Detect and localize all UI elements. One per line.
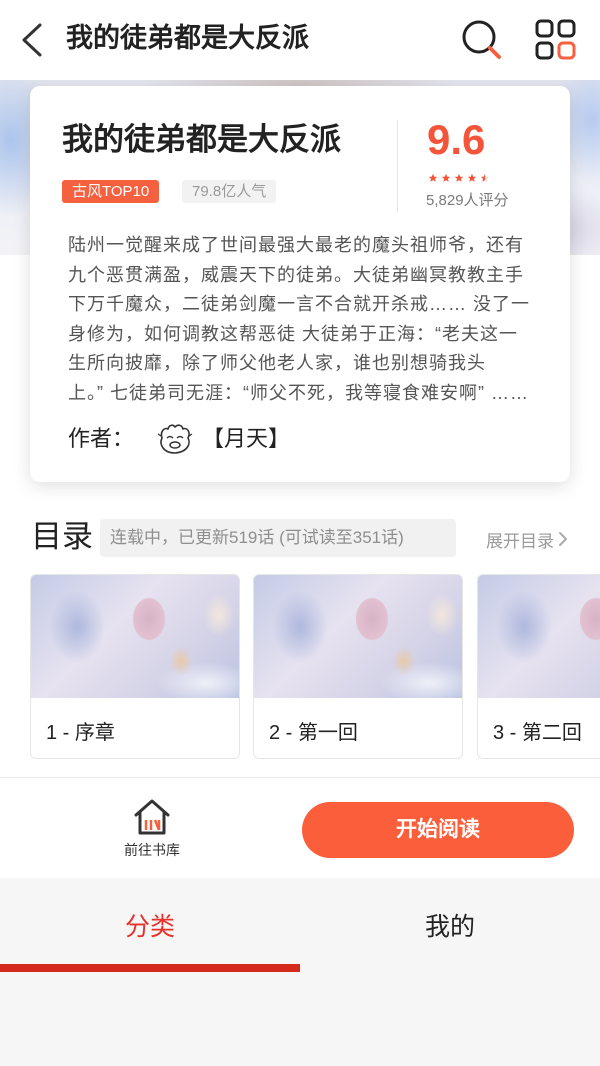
book-title: 我的徒弟都是大反派 (62, 122, 341, 157)
chevron-left-icon[interactable] (18, 20, 46, 60)
rating-star (467, 173, 477, 182)
rating-star (441, 173, 451, 182)
description-line: 九个恶贯满盈，威震天下的徒弟。大徒弟幽冥教教主手 (68, 264, 524, 285)
rating-star (454, 173, 464, 182)
book-description: 陆州一觉醒来成了世间最强大最老的魔头祖师爷，还有 九个恶贯满盈，威震天下的徒弟。… (68, 231, 530, 408)
popularity-tag: 79.8亿人气 (182, 180, 277, 203)
chapter-label: 3 - 第二回 (493, 722, 582, 744)
go-to-library-button[interactable]: 前往书库 (107, 795, 197, 865)
description-line: 下万千魔众，二徒弟剑魔一言不合就开杀戒…… 没了一 (68, 294, 530, 314)
expand-catalog-label: 展开目录 (486, 531, 554, 551)
chapter-cover-image (31, 575, 239, 698)
chapter-cover-image (254, 575, 462, 698)
author-avatar (157, 424, 193, 454)
score-value: 9.6 (427, 116, 486, 163)
description-line: 生所向披靡，除了师父他老人家，谁也别想骑我头 (68, 353, 486, 373)
author-name[interactable]: 【月天】 (202, 423, 290, 455)
rating-count: 5,829人评分 (426, 192, 509, 209)
top-bar: 我的徒弟都是大反派 (0, 0, 600, 80)
description-line: 身修为，如何调教这帮恶徒 大徒弟于正海：“老夫这一 (68, 323, 518, 344)
chapter-card[interactable]: 3 - 第二回 (477, 574, 600, 759)
chapter-cover-image (478, 575, 600, 698)
library-label: 前往书库 (124, 842, 180, 858)
tab-mine[interactable]: 我的 (300, 905, 600, 949)
update-status: 连载中，已更新519话 (可试读至351话) (100, 519, 456, 557)
description-line: 上。” 七徒弟司无涯：“师父不死，我等寝食难安啊” …… (68, 382, 529, 403)
chapter-label: 2 - 第一回 (269, 722, 358, 744)
author-label: 作者： (68, 426, 135, 451)
divider (0, 777, 600, 778)
start-reading-button[interactable]: 开始阅读 (302, 802, 574, 858)
genre-rank-tag: 古风TOP10 (62, 180, 160, 203)
rating-stars (428, 173, 490, 183)
chapter-card[interactable]: 1 - 序章 (30, 574, 240, 759)
chapter-card[interactable]: 2 - 第一回 (253, 574, 463, 759)
house-icon (134, 799, 170, 835)
tab-category[interactable]: 分类 (0, 905, 300, 949)
chapter-label: 1 - 序章 (46, 722, 115, 744)
description-line: 陆州一觉醒来成了世间最强大最老的魔头祖师爷，还有 (68, 235, 524, 255)
chevron-right-icon (559, 532, 567, 546)
book-info-card: 我的徒弟都是大反派 古风TOP10 79.8亿人气 9.6 5,829人评分 陆… (30, 86, 570, 482)
divider (397, 120, 398, 212)
page-title: 我的徒弟都是大反派 (66, 23, 309, 53)
catalog-title: 目录 (31, 519, 93, 554)
active-tab-indicator (0, 964, 300, 972)
rating-star (428, 173, 438, 182)
expand-catalog-link[interactable]: 展开目录 (486, 524, 568, 554)
grid-icon[interactable] (534, 18, 578, 62)
search-icon[interactable] (458, 16, 504, 62)
rating-star (480, 173, 490, 182)
